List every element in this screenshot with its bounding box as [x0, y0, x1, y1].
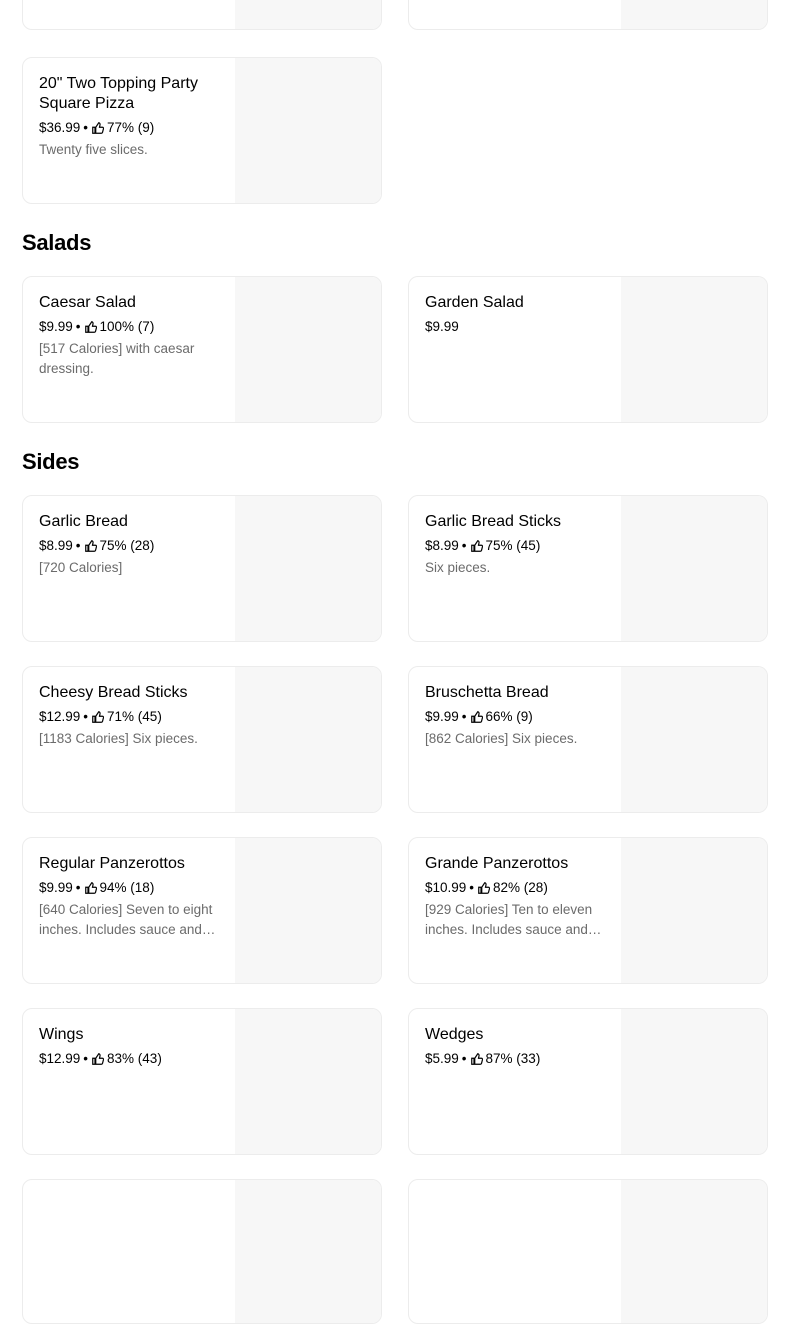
item-rating: 82% (28)	[493, 880, 548, 895]
item-price: $36.99	[39, 120, 81, 135]
thumbs-up-icon	[92, 711, 105, 723]
item-name: Bruschetta Bread	[425, 684, 549, 701]
item-image	[235, 1009, 381, 1154]
menu-item-card[interactable]: Wings $12.99 • 83% (43)	[22, 1008, 382, 1155]
item-meta: $8.99 • 75% (45)	[425, 538, 541, 553]
thumbs-up-icon	[470, 540, 483, 552]
item-name: Wedges	[425, 1026, 484, 1043]
item-rating: 71% (45)	[107, 709, 162, 724]
item-meta: $36.99 • 77% (9)	[39, 120, 155, 135]
item-description: [862 Calories] Six pieces.	[425, 731, 578, 746]
item-description: [929 Calories] Ten to eleven inches. Inc…	[425, 902, 593, 937]
item-price: $10.99	[425, 880, 467, 895]
thumbs-up-icon	[92, 1053, 105, 1065]
menu-item-card-partial[interactable]	[22, 0, 382, 30]
item-description: [517 Calories] with caesar dressing.	[39, 341, 195, 376]
item-price: $9.99	[425, 709, 459, 724]
item-meta: $12.99 • 71% (45)	[39, 709, 162, 724]
thumbs-up-icon	[470, 711, 483, 723]
menu-item-card[interactable]: Garlic Bread $8.99 • 75% (28) [720 Calories]	[22, 495, 382, 642]
item-rating: 66% (9)	[485, 709, 533, 724]
item-meta: $9.99	[425, 318, 611, 336]
item-image	[621, 1009, 767, 1154]
thumbs-up-icon	[84, 882, 97, 894]
item-meta: $9.99 • 94% (18)	[39, 880, 155, 895]
item-image	[235, 277, 381, 422]
item-price: $8.99	[39, 538, 73, 553]
item-meta: $12.99 • 83% (43)	[39, 1051, 162, 1066]
item-image	[621, 667, 767, 812]
item-rating: 75% (45)	[485, 538, 541, 553]
item-price: $9.99	[39, 319, 73, 334]
menu-item-card[interactable]: 20" Two Topping Party Square Pizza $36.9…	[22, 57, 382, 204]
section-title-salads: Salads	[22, 230, 92, 255]
section-title-sides: Sides	[22, 449, 80, 474]
item-name: 20" Two Topping Party Square Pizza	[39, 75, 198, 112]
item-image	[235, 58, 381, 203]
item-rating: 75% (28)	[99, 538, 155, 553]
item-price: $9.99	[39, 880, 73, 895]
item-price: $12.99	[39, 709, 81, 724]
menu-item-card[interactable]: Garlic Bread Sticks $8.99 • 75% (45) Six pie…	[408, 495, 768, 642]
thumbs-up-icon	[478, 882, 491, 894]
item-name: Cheesy Bread Sticks	[39, 684, 188, 701]
item-image	[621, 277, 767, 422]
menu-item-card[interactable]: Grande Panzerottos $10.99 • 82% (28) [929 Ca…	[408, 837, 768, 984]
menu-item-card[interactable]: Bruschetta Bread $9.99 • 66% (9) [862 Calori…	[408, 666, 768, 813]
menu-item-card[interactable]: Garden Salad $9.99	[408, 276, 768, 423]
item-meta: $9.99 • 66% (9)	[425, 709, 533, 724]
item-rating: 77% (9)	[107, 120, 155, 135]
item-name: Wings	[39, 1026, 84, 1043]
item-description: [720 Calories]	[39, 560, 123, 575]
item-name: Regular Panzerottos	[39, 855, 185, 872]
item-image	[621, 0, 767, 29]
menu-item-card[interactable]: Caesar Salad $9.99 • 100% (7) [517 Calor…	[22, 276, 382, 423]
item-image	[621, 496, 767, 641]
item-price: $8.99	[425, 538, 459, 553]
menu-item-card[interactable]: Wedges $5.99 • 87% (33)	[408, 1008, 768, 1155]
menu-item-card[interactable]: Cheesy Bread Sticks $12.99 • 71% (45) [1183 …	[22, 666, 382, 813]
item-meta: $9.99 • 100% (7)	[39, 319, 155, 334]
item-image	[235, 1180, 381, 1323]
item-rating: 87% (33)	[485, 1051, 541, 1066]
item-price: $12.99	[39, 1051, 81, 1066]
item-rating: 83% (43)	[107, 1051, 162, 1066]
item-price: $5.99	[425, 1051, 459, 1066]
menu-item-card-partial[interactable]	[22, 1179, 382, 1324]
thumbs-up-icon	[92, 122, 105, 134]
item-name: Garden Salad	[425, 294, 524, 311]
item-description: Six pieces.	[425, 560, 491, 575]
item-meta: $10.99 • 82% (28)	[425, 880, 548, 895]
item-meta: $5.99 • 87% (33)	[425, 1051, 541, 1066]
item-meta: $8.99 • 75% (28)	[39, 538, 155, 553]
item-image	[235, 0, 381, 29]
item-description: [640 Calories] Seven to eight inches. In…	[39, 902, 213, 937]
item-name: Garlic Bread	[39, 513, 128, 530]
item-image	[235, 496, 381, 641]
item-description: Twenty five slices.	[39, 142, 148, 157]
item-image	[621, 1180, 767, 1323]
item-name: Garlic Bread Sticks	[425, 513, 562, 530]
menu-item-card[interactable]: Regular Panzerottos $9.99 • 94% (18) [640 Ca…	[22, 837, 382, 984]
item-description: [1183 Calories] Six pieces.	[39, 731, 198, 746]
thumbs-up-icon	[470, 1053, 483, 1065]
item-name: Caesar Salad	[39, 294, 136, 311]
item-image	[235, 838, 381, 983]
item-name: Grande Panzerottos	[425, 855, 569, 872]
item-price: $9.99	[425, 319, 459, 334]
item-rating: 94% (18)	[99, 880, 155, 895]
menu-item-card-partial[interactable]	[408, 0, 768, 30]
item-image	[621, 838, 767, 983]
thumbs-up-icon	[84, 540, 97, 552]
menu-item-card-partial[interactable]	[408, 1179, 768, 1324]
thumbs-up-icon	[84, 321, 97, 333]
item-image	[235, 667, 381, 812]
item-rating: 100% (7)	[99, 319, 155, 334]
